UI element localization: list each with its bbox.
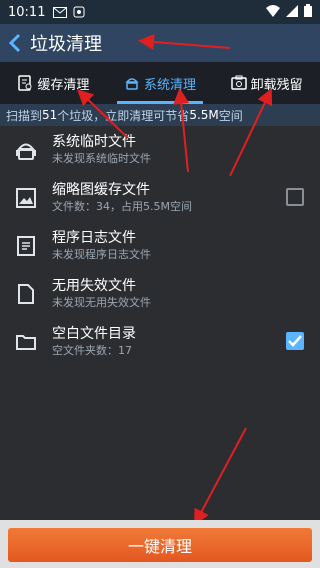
tab-bar: 缓存清理 系统清理 卸载残留 — [0, 62, 320, 104]
checkmark-icon — [288, 335, 302, 347]
list-item-thumbnail-cache[interactable]: 缩略图缓存文件 文件数：34，占用5.5M空间 — [0, 174, 320, 222]
android-icon — [0, 139, 52, 161]
scan-suffix: 空间 — [218, 108, 243, 123]
status-bar: 10:11 — [0, 0, 320, 24]
item-title: 系统临时文件 — [52, 134, 136, 150]
wifi-icon — [266, 4, 280, 17]
scan-prefix: 扫描到 — [6, 108, 43, 123]
list-item-system-temp[interactable]: 系统临时文件 未发现系统临时文件 — [0, 126, 320, 174]
item-subtitle: 未发现无用失效文件 — [52, 296, 151, 309]
image-icon — [0, 187, 52, 209]
battery-icon — [304, 4, 312, 17]
tab-uninstall-residue[interactable]: 卸载残留 — [213, 62, 320, 104]
one-click-clean-button[interactable]: 一键清理 — [8, 528, 312, 562]
notification-icon — [73, 6, 85, 18]
chevron-left-icon — [8, 33, 21, 53]
cache-icon — [17, 75, 33, 91]
tab-cache-clean[interactable]: 缓存清理 — [0, 62, 107, 104]
uninstall-icon — [230, 75, 247, 91]
file-icon — [0, 283, 52, 305]
tab-system-clean[interactable]: 系统清理 — [107, 62, 214, 104]
junk-category-list: 系统临时文件 未发现系统临时文件 缩略图缓存文件 文件数：34，占用5.5M空间… — [0, 126, 320, 366]
list-item-empty-folders[interactable]: 空白文件目录 空文件夹数：17 — [0, 318, 320, 366]
scan-mid: 个垃圾，立即清理可节省 — [57, 108, 190, 123]
status-time: 10:11 — [8, 4, 46, 20]
back-button[interactable] — [0, 32, 30, 54]
item-title: 程序日志文件 — [52, 230, 136, 246]
item-title: 空白文件目录 — [52, 326, 136, 342]
top-app-bar: 垃圾清理 — [0, 24, 320, 62]
tab-label: 缓存清理 — [37, 77, 90, 93]
signal-icon — [286, 4, 298, 17]
item-subtitle: 未发现系统临时文件 — [52, 152, 151, 165]
scan-size: 5.5M — [189, 108, 219, 122]
item-title: 缩略图缓存文件 — [52, 182, 150, 198]
item-subtitle: 未发现程序日志文件 — [52, 248, 151, 261]
tab-label: 卸载残留 — [250, 77, 303, 93]
annotation-arrow-clean-button — [194, 427, 247, 526]
scan-count: 51 — [42, 108, 58, 122]
gmail-icon — [53, 6, 68, 18]
folder-icon — [0, 331, 52, 353]
item-subtitle: 空文件夹数：17 — [52, 344, 132, 357]
page-title: 垃圾清理 — [30, 34, 102, 55]
tab-label: 系统清理 — [144, 77, 197, 93]
item-title: 无用失效文件 — [52, 278, 136, 294]
item-subtitle: 文件数：34，占用5.5M空间 — [52, 200, 192, 213]
list-item-invalid-files[interactable]: 无用失效文件 未发现无用失效文件 — [0, 270, 320, 318]
android-icon — [124, 75, 140, 91]
scan-summary: 扫描到 51 个垃圾，立即清理可节省 5.5M 空间 — [0, 104, 320, 126]
log-file-icon — [0, 235, 52, 257]
list-item-program-log[interactable]: 程序日志文件 未发现程序日志文件 — [0, 222, 320, 270]
thumbnail-cache-checkbox[interactable] — [286, 188, 304, 206]
empty-folders-checkbox[interactable] — [286, 332, 304, 350]
